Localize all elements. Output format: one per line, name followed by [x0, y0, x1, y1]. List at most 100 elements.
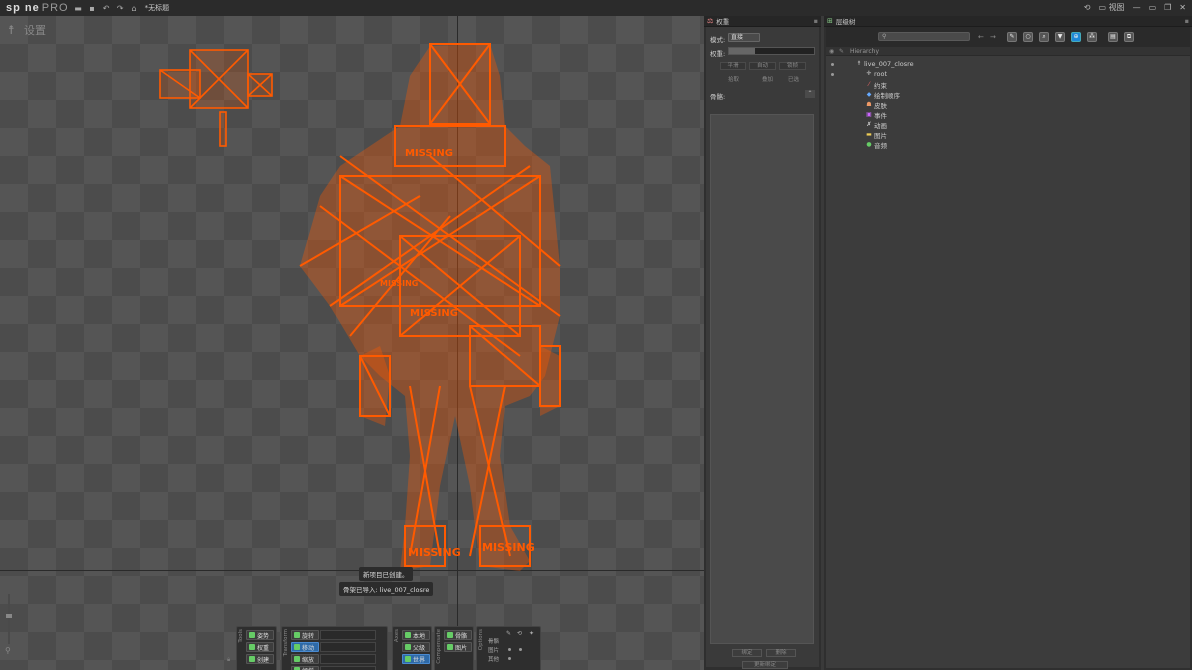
- smooth-button[interactable]: 平滑: [720, 62, 746, 70]
- maximize-button[interactable]: ▭: [1149, 3, 1157, 12]
- tree-icon: ⊞: [827, 17, 833, 25]
- collapse-icon[interactable]: ⌃: [805, 90, 815, 98]
- search-icon[interactable]: ⚲: [5, 646, 11, 655]
- skin-icon: ☗: [866, 101, 872, 108]
- weights-panel: ⚖ 权重 ▪ 模式: 直接 权重: 平滑 自动 锁帧 拾取 叠加 已选 骨骼: …: [704, 16, 821, 670]
- toast-skeleton-imported: 骨架已导入: live_007_closre: [339, 582, 434, 596]
- filter-paths-button[interactable]: ⁂: [1087, 32, 1097, 42]
- tree-toolbar: ⚲ ← → ✎ ○ ⌕ ▼ ⊕ ⁂ ▤ ⧉: [826, 27, 1190, 47]
- search-next-icon[interactable]: →: [990, 33, 996, 41]
- title-bar: sp ne PRO ▬ ▪ ↶ ↷ ⌂ *无标题 ⟲ ▭ 视图 — ▭ ❐ ✕: [0, 0, 1192, 16]
- weight-slider-fill: [729, 48, 755, 54]
- tree-body[interactable]: Hierarchy ◉ ✎ ☨ live_007_closre ✛ root ⁄ 约束…: [826, 47, 1190, 668]
- open-icon[interactable]: ▬: [74, 4, 83, 13]
- mode-select[interactable]: 直接: [728, 33, 760, 42]
- mode-label: 模式:: [710, 36, 726, 44]
- bones-list[interactable]: [710, 114, 814, 644]
- save-icon[interactable]: ▪: [88, 4, 97, 13]
- transform-shear-button[interactable]: 倾斜: [291, 666, 319, 670]
- compensate-bones-button[interactable]: 骨骼: [444, 630, 472, 640]
- shear-value[interactable]: [320, 666, 376, 670]
- tree-node-events[interactable]: ▣ 事件: [866, 110, 887, 121]
- tree-node-root[interactable]: ✛ root: [866, 70, 887, 78]
- auto-button[interactable]: 自动: [749, 62, 776, 70]
- tree-search-input[interactable]: ⚲: [878, 32, 970, 41]
- filter-images-button[interactable]: ▤: [1108, 32, 1118, 42]
- transform-scale-button[interactable]: 缩放: [291, 654, 319, 664]
- pick-option[interactable]: 拾取: [728, 75, 739, 83]
- weight-slider[interactable]: [728, 47, 815, 55]
- home-icon[interactable]: ⌂: [130, 4, 139, 13]
- world-icon: [405, 656, 411, 662]
- viewport[interactable]: ☨ 设置 MISSING MISSING MISSING MISSING MIS…: [0, 16, 704, 670]
- animation-icon: ✗: [866, 121, 872, 128]
- translate-icon: [294, 644, 300, 650]
- svg-text:MISSING: MISSING: [380, 279, 418, 288]
- view-menu[interactable]: ▭ 视图: [1098, 2, 1124, 13]
- hierarchy-header: Hierarchy: [826, 47, 1190, 56]
- transform-rotate-button[interactable]: 旋转: [291, 630, 319, 640]
- selected-option[interactable]: 已选: [788, 75, 799, 83]
- lock-icon[interactable]: 🔒︎: [227, 656, 230, 664]
- rotate-value[interactable]: [320, 630, 376, 640]
- zoom-knob[interactable]: [6, 614, 12, 618]
- pose-icon: [249, 632, 255, 638]
- minimize-button[interactable]: —: [1133, 3, 1141, 12]
- compensate-images-button[interactable]: 图片: [444, 642, 472, 652]
- close-button[interactable]: ✕: [1179, 3, 1186, 12]
- tree-panel-title: 层级树: [835, 18, 856, 26]
- visibility-dot[interactable]: [831, 73, 834, 76]
- filter-slots-button[interactable]: ○: [1023, 32, 1033, 42]
- visibility-dot[interactable]: [831, 63, 834, 66]
- undo-icon[interactable]: ↶: [102, 4, 111, 13]
- event-icon: ▣: [866, 111, 872, 118]
- tree-node-draw-order[interactable]: ◆ 绘制顺序: [866, 90, 900, 101]
- remove-button[interactable]: 删除: [766, 649, 796, 657]
- svg-text:MISSING: MISSING: [410, 308, 458, 319]
- tree-node-skins[interactable]: ☗ 皮肤: [866, 100, 887, 111]
- option-images-rotate-toggle[interactable]: [519, 648, 522, 651]
- tree-node-audio[interactable]: ● 音频: [866, 140, 887, 151]
- skeleton-render[interactable]: MISSING MISSING MISSING MISSING MISSING: [0, 16, 704, 670]
- filter-weights-button[interactable]: ⊕: [1071, 32, 1081, 42]
- weights-panel-title: 权重: [716, 18, 730, 26]
- option-others-label: 其他: [488, 657, 500, 663]
- bone-icon: ✛: [866, 70, 872, 77]
- axes-world-button[interactable]: 世界: [402, 654, 430, 664]
- lock-button[interactable]: 锁帧: [779, 62, 806, 70]
- overlay-option[interactable]: 叠加: [762, 75, 773, 83]
- option-images-toggle[interactable]: [508, 648, 511, 651]
- bone-column-icon: ✎: [506, 630, 512, 637]
- filter-attachments-button[interactable]: ⌕: [1039, 32, 1049, 42]
- search-prev-icon[interactable]: ←: [978, 33, 984, 41]
- scale-value[interactable]: [320, 654, 376, 664]
- bind-button[interactable]: 绑定: [732, 649, 762, 657]
- axes-group: Axes 本地 父级 世界: [392, 626, 432, 670]
- axes-local-button[interactable]: 本地: [402, 630, 430, 640]
- redo-icon[interactable]: ↷: [116, 4, 125, 13]
- restore-button[interactable]: ❐: [1164, 3, 1171, 12]
- tree-node-constraints[interactable]: ⁄ 约束: [866, 80, 887, 91]
- images-icon: ▬: [866, 131, 872, 138]
- filter-constraints-button[interactable]: ▼: [1055, 32, 1065, 42]
- translate-value[interactable]: [320, 642, 376, 652]
- option-others-toggle[interactable]: [508, 657, 511, 660]
- tool-pose-button[interactable]: 姿势: [246, 630, 274, 640]
- sync-icon[interactable]: ⟲: [1084, 3, 1091, 12]
- tool-create-button[interactable]: 创建: [246, 654, 274, 664]
- tool-weights-button[interactable]: 权重: [246, 642, 274, 652]
- tree-node-animations[interactable]: ✗ 动画: [866, 120, 887, 131]
- transform-translate-button[interactable]: 移动: [291, 642, 319, 652]
- tree-node-skeleton[interactable]: ☨ live_007_closre: [856, 60, 913, 68]
- filter-copy-button[interactable]: ⧉: [1124, 32, 1134, 42]
- panel-menu-icon[interactable]: ▪: [814, 17, 818, 25]
- axes-parent-button[interactable]: 父级: [402, 642, 430, 652]
- filter-bones-button[interactable]: ✎: [1007, 32, 1017, 42]
- tree-node-images[interactable]: ▬ 图片: [866, 130, 887, 141]
- bones-label: 骨骼:: [710, 93, 726, 101]
- key-column-icon[interactable]: ✎: [839, 48, 844, 55]
- update-binding-button[interactable]: 更新绑定: [742, 661, 788, 669]
- tag-column-icon: ✦: [529, 630, 535, 637]
- panel-menu-icon[interactable]: ▪: [1185, 17, 1189, 25]
- visibility-column-icon[interactable]: ◉: [829, 48, 834, 55]
